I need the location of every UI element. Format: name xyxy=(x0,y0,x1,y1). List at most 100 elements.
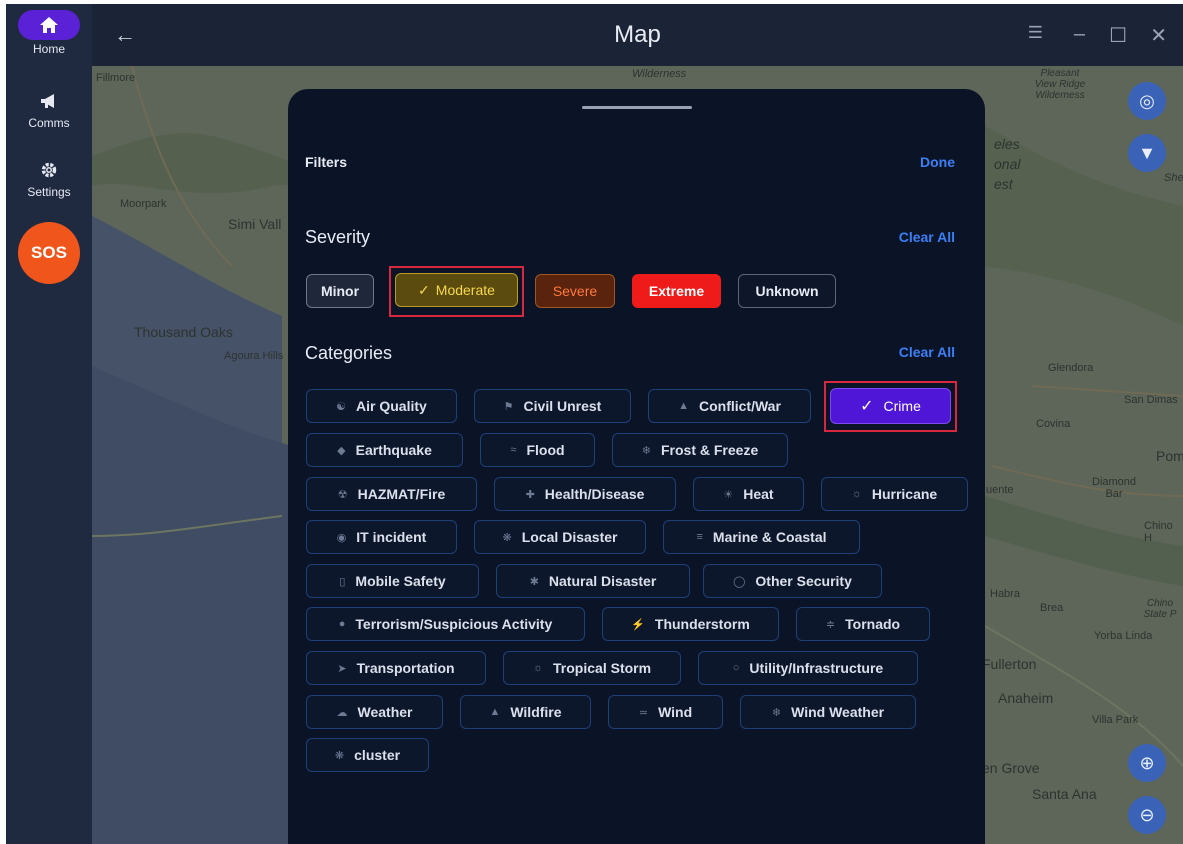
map-place-label: Moorpark xyxy=(120,198,167,210)
category-chip-hazmat-fire[interactable]: ☢ HAZMAT/Fire xyxy=(306,477,477,511)
filter-button[interactable]: ▼ xyxy=(1128,134,1166,172)
map-place-label: Villa Park xyxy=(1092,714,1139,726)
gear-icon xyxy=(6,157,92,183)
thunderstorm-icon: ⚡ xyxy=(631,618,645,631)
category-chip-label: Natural Disaster xyxy=(548,573,657,589)
category-chip-marine-coastal[interactable]: ≡ Marine & Coastal xyxy=(663,520,860,554)
category-chip-label: Frost & Freeze xyxy=(660,442,759,458)
nav-comms-label: Comms xyxy=(28,116,70,130)
category-chip-transportation[interactable]: ➤ Transportation xyxy=(306,651,486,685)
category-chip-local-disaster[interactable]: ❋ Local Disaster xyxy=(474,520,646,554)
sos-button[interactable]: SOS xyxy=(18,222,80,284)
menu-icon[interactable]: ☰ xyxy=(1028,23,1043,43)
check-icon: ✓ xyxy=(418,281,430,298)
categories-clear-all-button[interactable]: Clear All xyxy=(899,344,955,360)
done-button[interactable]: Done xyxy=(920,154,955,170)
category-chip-label: Thunderstorm xyxy=(654,616,750,632)
category-chip-weather[interactable]: ☁ Weather xyxy=(306,695,443,729)
zoom-out-button[interactable]: ⊖ xyxy=(1128,796,1166,834)
filters-title: Filters xyxy=(305,154,348,170)
tropical-storm-icon: ☼ xyxy=(532,662,544,674)
category-chip-label: Flood xyxy=(526,442,565,458)
nav-home[interactable]: Home xyxy=(6,4,92,56)
category-chip-label: Air Quality xyxy=(356,398,427,414)
earthquake-icon: ◆ xyxy=(337,444,346,457)
map-place-label: Thousand Oaks xyxy=(134,324,233,340)
app-window: Home Comms Settings SOS ← Map ☰ – ☐ ✕ Fi… xyxy=(6,4,1183,844)
category-chip-label: Tropical Storm xyxy=(553,660,652,676)
severity-chip-label: Extreme xyxy=(648,283,705,299)
category-chip-other-security[interactable]: ◯ Other Security xyxy=(703,564,882,598)
zoom-in-button[interactable]: ⊕ xyxy=(1128,744,1166,782)
category-chip-label: Earthquake xyxy=(355,442,432,458)
category-chip-utility-infrastructure[interactable]: ○ Utility/Infrastructure xyxy=(698,651,918,685)
category-chip-flood[interactable]: ≈ Flood xyxy=(480,433,595,467)
category-chip-hurricane[interactable]: ☼ Hurricane xyxy=(821,477,968,511)
close-icon[interactable]: ✕ xyxy=(1150,23,1167,48)
category-chip-health-disease[interactable]: ✚ Health/Disease xyxy=(494,477,676,511)
category-chip-wind-weather[interactable]: ❄ Wind Weather xyxy=(740,695,916,729)
categories-title: Categories xyxy=(305,343,393,363)
category-chip-label: Wildfire xyxy=(510,704,562,720)
minimize-icon[interactable]: – xyxy=(1074,23,1085,46)
wind-weather-icon: ❄ xyxy=(771,706,782,719)
category-chip-conflict-war[interactable]: ▲ Conflict/War xyxy=(648,389,811,423)
air-quality-icon: ☯ xyxy=(336,400,347,413)
wind-icon: ≃ xyxy=(638,706,649,719)
maximize-icon[interactable]: ☐ xyxy=(1109,23,1127,48)
megaphone-icon xyxy=(6,88,92,114)
utility-icon: ○ xyxy=(732,662,740,674)
category-chip-heat[interactable]: ☀ Heat xyxy=(693,477,804,511)
severity-chip-moderate[interactable]: ✓ Moderate xyxy=(395,273,518,307)
map-place-label: Chino State P xyxy=(1143,598,1177,620)
map-place-label: Habra xyxy=(990,588,1020,600)
hurricane-icon: ☼ xyxy=(851,488,862,500)
check-icon: ✓ xyxy=(860,398,874,415)
category-chip-label: Terrorism/Suspicious Activity xyxy=(355,616,553,632)
map-place-label: est xyxy=(994,176,1013,192)
category-chip-air-quality[interactable]: ☯ Air Quality xyxy=(306,389,457,423)
severity-chip-minor[interactable]: Minor xyxy=(306,274,374,308)
map-place-label: San Dimas xyxy=(1124,394,1178,406)
severity-chip-extreme[interactable]: Extreme xyxy=(632,274,721,308)
home-icon xyxy=(18,10,80,40)
category-chip-it-incident[interactable]: ◉ IT incident xyxy=(306,520,457,554)
severity-clear-all-button[interactable]: Clear All xyxy=(899,229,955,245)
civil-unrest-icon: ⚑ xyxy=(503,400,514,413)
category-chip-terrorism[interactable]: ● Terrorism/Suspicious Activity xyxy=(306,607,585,641)
locate-me-button[interactable]: ◎ xyxy=(1128,82,1166,120)
category-chip-thunderstorm[interactable]: ⚡ Thunderstorm xyxy=(602,607,779,641)
category-chip-label: Wind Weather xyxy=(791,704,885,720)
category-chip-cluster[interactable]: ❋ cluster xyxy=(306,738,429,772)
category-chip-natural-disaster[interactable]: ✱ Natural Disaster xyxy=(496,564,690,598)
nav-settings[interactable]: Settings xyxy=(6,157,92,199)
marine-icon: ≡ xyxy=(696,531,703,543)
map-place-label: Fullerton xyxy=(982,656,1037,672)
map-place-label: Pleasant View Ridge Wilderness xyxy=(1034,68,1086,101)
category-chip-civil-unrest[interactable]: ⚑ Civil Unrest xyxy=(474,389,631,423)
category-chip-frost-freeze[interactable]: ❄ Frost & Freeze xyxy=(612,433,788,467)
category-chip-earthquake[interactable]: ◆ Earthquake xyxy=(306,433,463,467)
drag-handle[interactable] xyxy=(582,106,692,109)
category-chip-label: Weather xyxy=(357,704,413,720)
category-chip-crime[interactable]: ✓ Crime xyxy=(830,388,951,424)
map-place-label: Simi Vall xyxy=(228,216,282,232)
map-place-label: eles xyxy=(994,136,1020,152)
category-chip-mobile-safety[interactable]: ▯ Mobile Safety xyxy=(306,564,479,598)
weather-icon: ☁ xyxy=(336,706,348,719)
severity-chip-severe[interactable]: Severe xyxy=(535,274,615,308)
zoom-out-icon: ⊖ xyxy=(1139,804,1155,825)
nav-comms[interactable]: Comms xyxy=(6,88,92,130)
category-chip-tornado[interactable]: ≑ Tornado xyxy=(796,607,930,641)
severity-chip-unknown[interactable]: Unknown xyxy=(738,274,836,308)
zoom-in-icon: ⊕ xyxy=(1139,752,1155,773)
side-navigation-rail: Home Comms Settings SOS xyxy=(6,4,92,844)
map-place-label: Santa Ana xyxy=(1032,786,1097,802)
page-title: Map xyxy=(614,21,661,48)
category-chip-wind[interactable]: ≃ Wind xyxy=(608,695,723,729)
category-chip-label: Other Security xyxy=(755,573,852,589)
category-chip-tropical-storm[interactable]: ☼ Tropical Storm xyxy=(503,651,681,685)
category-chip-wildfire[interactable]: ▲ Wildfire xyxy=(460,695,591,729)
category-chip-label: Utility/Infrastructure xyxy=(749,660,884,676)
heat-icon: ☀ xyxy=(723,488,734,501)
